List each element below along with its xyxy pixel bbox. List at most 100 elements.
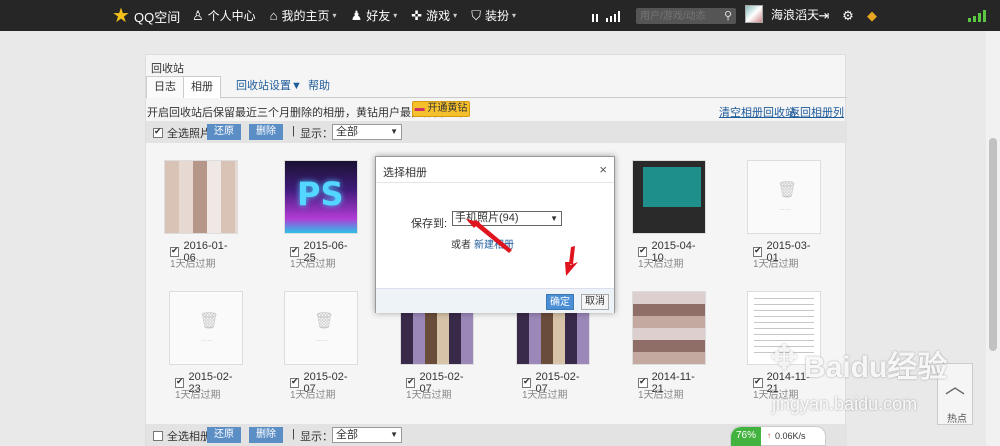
clear-recycle-link[interactable]: 清空相册回收站: [719, 104, 796, 120]
photo-expire: 1天后过期: [753, 390, 799, 401]
select-all-albums[interactable]: 全选相册: [153, 428, 211, 444]
photo-thumbnail-placeholder[interactable]: 🗑 — —: [284, 291, 358, 365]
album-select-value: 手机照片(94): [455, 212, 519, 224]
restore-button[interactable]: 还原: [207, 124, 241, 140]
main-nav: ♙ 个人中心 ⌂ 我的主页 ▾ ♟ 好友 ▾ ✜ 游戏 ▾ ⛉ 装扮 ▾: [192, 0, 530, 31]
nav-label: 好友: [366, 9, 391, 23]
confirm-button[interactable]: 确定: [546, 294, 574, 310]
nav-friends[interactable]: ♟ 好友 ▾: [351, 7, 398, 24]
chevron-down-icon: ▾: [511, 11, 516, 20]
photo-card[interactable]: 2015-04-10 1天后过期: [616, 160, 706, 272]
friends-icon: ♟: [350, 7, 363, 23]
photo-card[interactable]: 🗑 — — 2015-02-07 1天后过期: [268, 291, 358, 403]
photo-card[interactable]: 🗑 — — 2015-02-23 1天后过期: [153, 291, 243, 403]
display-label: 显示：: [300, 431, 333, 443]
yellow-diamond-icon[interactable]: ◆: [864, 8, 880, 24]
network-speed-widget[interactable]: 76% ↑ 0.06K/s: [730, 426, 826, 446]
monitor-screen: [643, 167, 701, 207]
net-speed: 0.06K/s: [775, 431, 806, 441]
toolbar-separator: |: [292, 428, 295, 440]
tab-blog[interactable]: 日志: [146, 76, 184, 98]
photo-thumbnail[interactable]: PS: [284, 160, 358, 234]
nav-label: 装扮: [484, 9, 509, 23]
restore-button[interactable]: 还原: [207, 427, 241, 443]
chevron-down-icon: ▾: [453, 11, 458, 20]
qzone-logo[interactable]: ★ QQ空间: [112, 5, 180, 27]
search-input[interactable]: [636, 8, 716, 25]
display-filter-select[interactable]: 全部 ▼: [332, 124, 402, 140]
album-select[interactable]: 手机照片(94) ▼: [452, 211, 562, 226]
photo-thumbnail[interactable]: [747, 291, 821, 365]
select-all-checkbox[interactable]: [153, 126, 163, 138]
hot-topics-widget[interactable]: ︿ 热点: [937, 363, 973, 425]
photo-expire: 1天后过期: [638, 390, 684, 401]
photo-card[interactable]: 2014-11-21 1天后过期: [731, 291, 821, 403]
toolbar-separator: |: [292, 125, 295, 137]
cancel-button[interactable]: 取消: [581, 294, 609, 310]
display-label: 显示：: [300, 128, 333, 140]
chevron-down-icon: ▼: [550, 214, 558, 223]
photo-thumbnail-placeholder[interactable]: 🗑 — —: [169, 291, 243, 365]
info-bar: 开启回收站后保留最近三个月删除的相册，黄钻用户最多保留一年 ▬ 开通黄钻 清空相…: [146, 101, 847, 135]
user-profile[interactable]: 海浪滔天: [745, 5, 819, 23]
delete-button[interactable]: 删除: [249, 124, 283, 140]
activity-bars-icon[interactable]: [592, 10, 622, 22]
photo-expire: 1天后过期: [522, 390, 568, 401]
dialog-title: 选择相册: [383, 167, 427, 179]
chevron-down-icon: ▼: [390, 430, 398, 439]
select-album-dialog: 选择相册 × 保存到: 手机照片(94) ▼ 或者 新建相册 确定 取消: [375, 156, 615, 313]
photo-toolbar: 全选照片 还原 删除 | 显示： 全部 ▼: [146, 121, 847, 143]
nav-personal-center[interactable]: ♙ 个人中心: [192, 7, 256, 24]
logout-icon[interactable]: ⇥: [816, 8, 832, 24]
search-icon[interactable]: ⚲: [724, 8, 732, 24]
trash-icon: 🗑: [199, 313, 220, 330]
shirt-icon: ⛉: [471, 7, 481, 23]
scrollbar-thumb[interactable]: [989, 138, 997, 351]
upload-arrow-icon: ↑: [767, 431, 771, 440]
home-icon: ⌂: [269, 8, 278, 23]
placeholder-caption: — —: [201, 338, 213, 344]
select-all-label: 全选相册: [167, 431, 211, 443]
vip-button-label: 开通黄钻: [427, 103, 468, 114]
nav-label: 游戏: [426, 9, 451, 23]
logo-text: QQ空间: [134, 9, 181, 25]
hot-label: 热点: [947, 414, 967, 425]
search-box: ⚲: [636, 8, 736, 25]
photo-card[interactable]: 2016-01-06 1天后过期: [148, 160, 238, 272]
photo-card[interactable]: 2014-11-21 1天后过期: [616, 291, 706, 403]
trash-icon: 🗑: [314, 313, 335, 330]
tab-help[interactable]: 帮助: [301, 76, 337, 98]
select-all-albums-checkbox[interactable]: [153, 431, 163, 441]
photo-thumbnail-placeholder[interactable]: 🗑 — —: [747, 160, 821, 234]
gear-icon[interactable]: ⚙: [840, 8, 856, 24]
tab-bar: 日志 相册 回收站设置▼ 帮助: [146, 76, 847, 98]
page-scrollbar[interactable]: [986, 31, 1000, 446]
photo-thumbnail[interactable]: [632, 291, 706, 365]
photo-thumbnail[interactable]: [632, 160, 706, 234]
select-all-label: 全选照片: [167, 128, 211, 140]
photo-expire: 1天后过期: [175, 390, 221, 401]
nav-my-homepage[interactable]: ⌂ 我的主页 ▾: [270, 7, 337, 24]
select-all-photos[interactable]: 全选照片: [153, 125, 211, 141]
nav-games[interactable]: ✜ 游戏 ▾: [411, 7, 457, 24]
tab-recycle-settings[interactable]: 回收站设置▼: [229, 76, 309, 98]
placeholder-caption: — —: [316, 338, 328, 344]
avatar[interactable]: [745, 5, 763, 23]
open-yellow-diamond-button[interactable]: ▬ 开通黄钻: [412, 101, 470, 117]
tab-album[interactable]: 相册: [183, 76, 221, 98]
display-filter-select[interactable]: 全部 ▼: [332, 427, 402, 443]
trash-icon: 🗑: [777, 182, 798, 199]
photo-thumbnail[interactable]: [164, 160, 238, 234]
gamepad-icon: ✜: [411, 7, 423, 23]
new-album-link[interactable]: 新建相册: [474, 236, 514, 251]
photo-card[interactable]: PS 2015-06-25 1天后过期: [268, 160, 358, 272]
usage-percent: 76%: [731, 427, 761, 446]
or-text: 或者: [451, 240, 471, 251]
nav-decorate[interactable]: ⛉ 装扮 ▾: [471, 7, 516, 24]
username[interactable]: 海浪滔天: [771, 6, 819, 23]
close-icon[interactable]: ×: [599, 162, 607, 177]
delete-button[interactable]: 删除: [249, 427, 283, 443]
photo-expire: 1天后过期: [170, 259, 216, 270]
signal-strength-icon: [968, 10, 990, 22]
photo-card[interactable]: 🗑 — — 2015-03-01 1天后过期: [731, 160, 821, 272]
